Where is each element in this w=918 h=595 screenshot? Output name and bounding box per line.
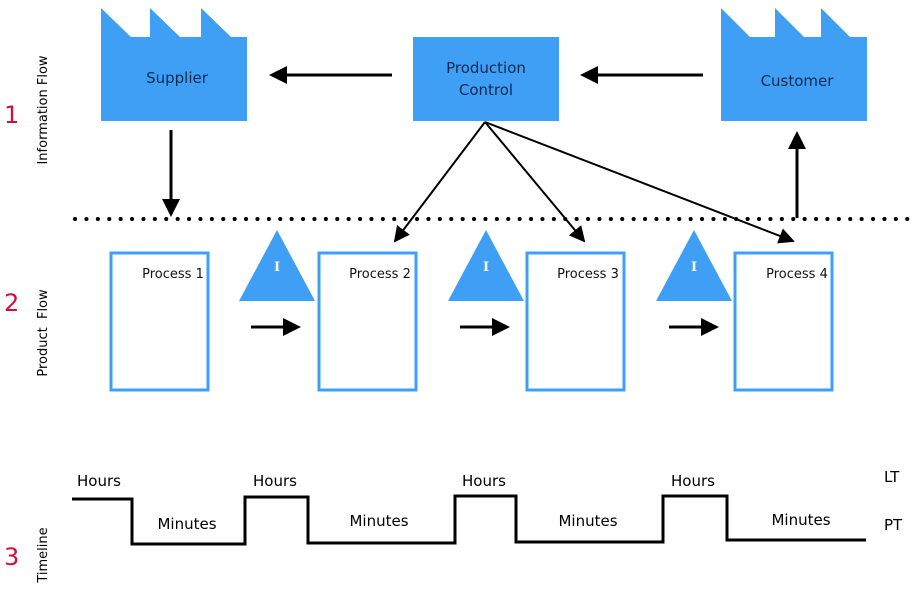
process-time-label: PT	[884, 516, 903, 534]
timeline-minutes-1: Minutes	[157, 515, 216, 533]
customer-label: Customer	[761, 72, 835, 90]
supplier-label: Supplier	[146, 69, 209, 87]
inventory-2: I	[448, 230, 524, 301]
production-control-label-line2: Control	[459, 81, 513, 99]
process-label-3: Process 3	[557, 267, 619, 282]
timeline-minutes-4: Minutes	[771, 511, 830, 529]
process-label-4: Process 4	[766, 267, 828, 282]
timeline-hours-2: Hours	[253, 472, 297, 490]
timeline-minutes-2: Minutes	[349, 512, 408, 530]
timeline-hours-3: Hours	[462, 472, 506, 490]
inventory-1: I	[239, 230, 315, 301]
customer-node[interactable]: Customer	[721, 8, 867, 121]
inventory-3: I	[656, 230, 732, 301]
timeline-hours-1: Hours	[77, 472, 121, 490]
arrow-pc-to-process-2	[393, 121, 486, 243]
arrow-pc-to-process-4	[484, 121, 795, 244]
factory-icon	[721, 8, 867, 121]
inventory-symbol: I	[274, 260, 280, 275]
inventory-symbol: I	[483, 260, 489, 275]
process-label-1: Process 1	[142, 267, 204, 282]
supplier-node[interactable]: Supplier	[101, 8, 247, 121]
process-label-2: Process 2	[349, 267, 411, 282]
section-label-information-flow: Information Flow	[36, 55, 51, 164]
section-number-1: 1	[4, 101, 19, 129]
value-stream-map: 1 2 3 Information Flow Product Flow Time…	[4, 8, 914, 584]
arrow-pc-to-process-3	[484, 121, 586, 243]
inventory-symbol: I	[691, 260, 697, 275]
timeline-minutes-3: Minutes	[558, 512, 617, 530]
lead-time-label: LT	[884, 468, 900, 486]
section-number-2: 2	[4, 289, 19, 317]
factory-icon	[101, 8, 247, 121]
production-control-box	[413, 37, 559, 121]
section-label-product-flow: Product Flow	[36, 289, 51, 377]
timeline-hours-4: Hours	[671, 472, 715, 490]
production-control-node[interactable]: Production Control	[413, 37, 559, 121]
section-number-3: 3	[4, 543, 19, 571]
production-control-label-line1: Production	[446, 59, 526, 77]
section-label-timeline: Timeline	[36, 527, 51, 583]
